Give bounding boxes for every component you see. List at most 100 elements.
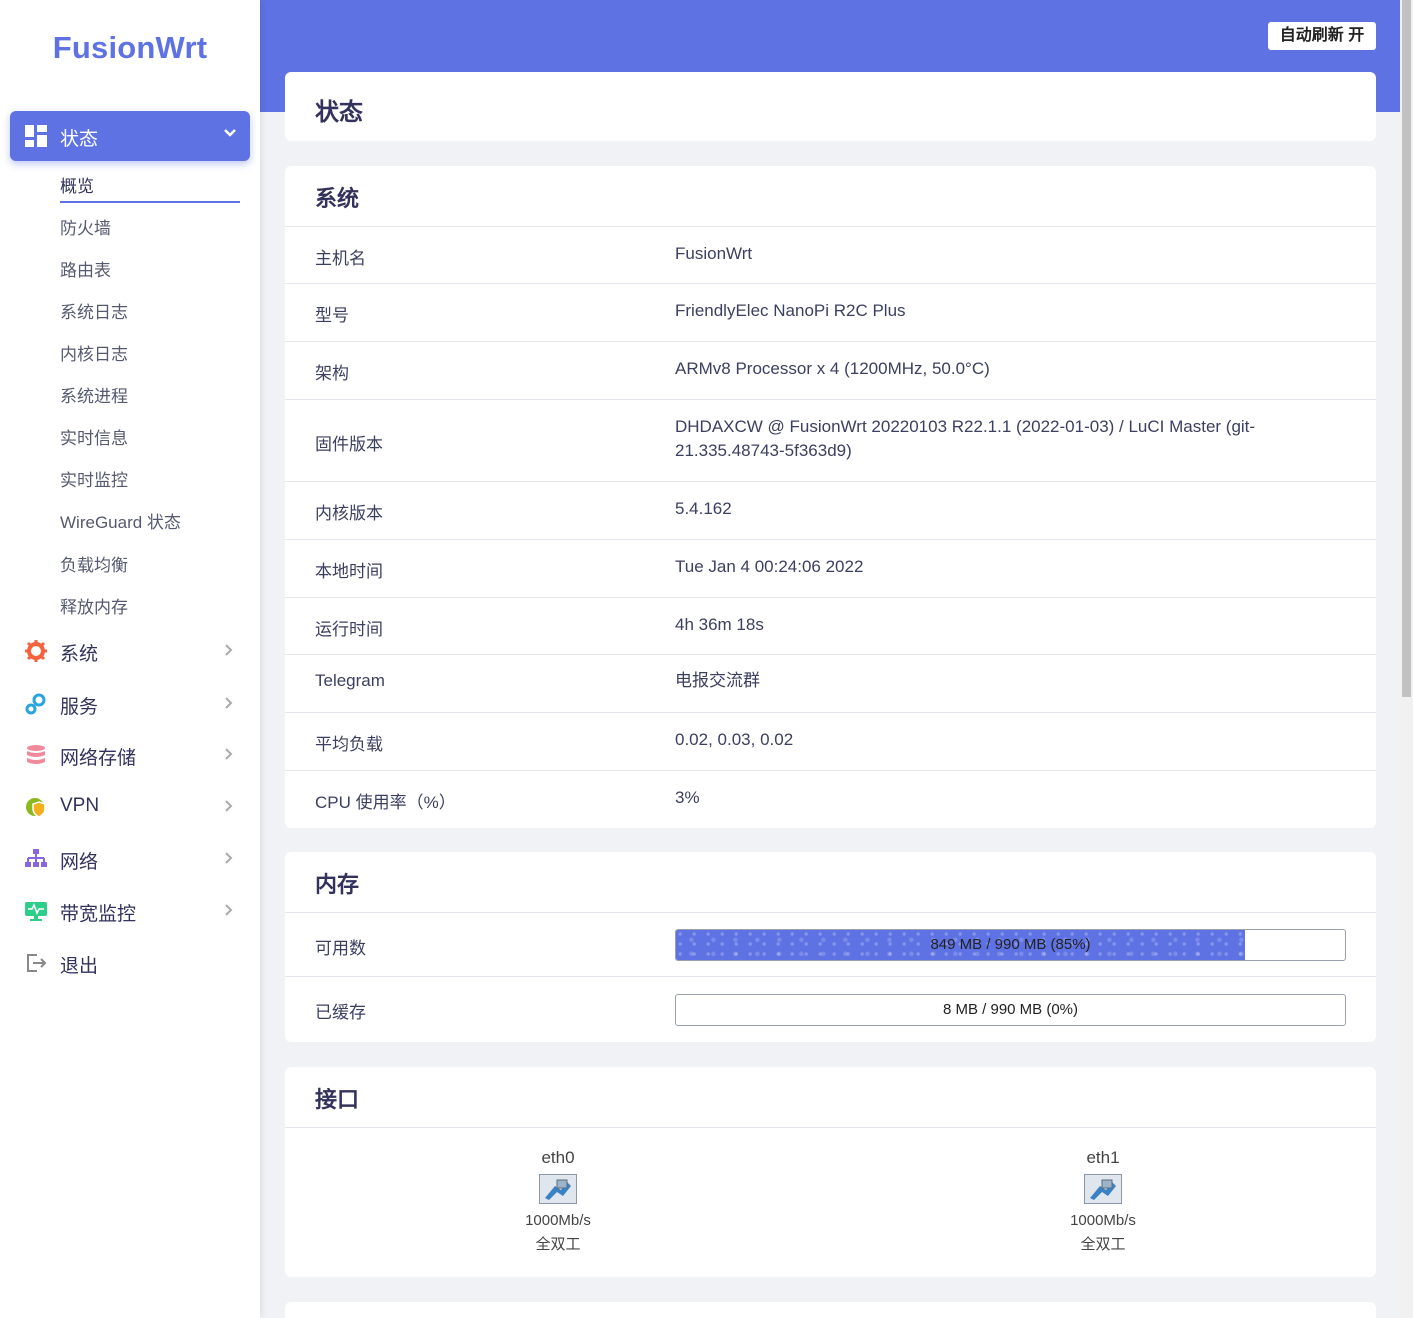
row-key: 固件版本 [315, 435, 383, 454]
memory-title: 内存 [315, 872, 360, 897]
ethernet-port-icon [1084, 1174, 1122, 1204]
row-key: 内核版本 [315, 504, 383, 523]
menu-vpn[interactable]: VPN [0, 787, 260, 827]
interfaces-card: 接口 eth0 1000Mb/s 全双工 eth1 1000Mb/s 全双工 [285, 1067, 1376, 1277]
auto-refresh-button[interactable]: 自动刷新 开 [1268, 22, 1376, 50]
logout-icon [27, 954, 47, 972]
database-icon [27, 745, 45, 764]
submenu-routes[interactable]: 路由表 [60, 256, 111, 281]
menu-system-label: 系统 [60, 644, 99, 665]
row-key: 平均负载 [315, 735, 383, 754]
chevron-right-icon [225, 748, 233, 760]
memory-available-row: 可用数 849 MB / 990 MB (85%) [285, 912, 1376, 977]
row-key: 运行时间 [315, 620, 383, 639]
progress-text: 849 MB / 990 MB (85%) [930, 936, 1091, 953]
dashboard-icon [25, 125, 47, 147]
row-value: DHDAXCW @ FusionWrt 20220103 R22.1.1 (20… [675, 417, 1256, 460]
menu-status-label: 状态 [60, 129, 99, 150]
submenu-syslog[interactable]: 系统日志 [60, 298, 128, 323]
menu-bandwidth[interactable]: 带宽监控 [0, 891, 260, 931]
memory-available-bar: 849 MB / 990 MB (85%) [675, 929, 1346, 961]
chevron-right-icon [225, 644, 233, 656]
scrollbar-thumb[interactable] [1402, 0, 1411, 697]
row-key: 已缓存 [315, 1003, 366, 1022]
menu-nas-label: 网络存储 [60, 748, 137, 769]
row-value: ARMv8 Processor x 4 (1200MHz, 50.0°C) [675, 359, 990, 378]
interface-speed: 1000Mb/s [525, 1212, 591, 1229]
submenu-realtime-info[interactable]: 实时信息 [60, 424, 128, 449]
system-row: CPU 使用率（%） 3% [285, 770, 1376, 828]
menu-services-label: 服务 [60, 697, 99, 718]
menu-network[interactable]: 网络 [0, 839, 260, 879]
interface-eth0[interactable]: eth0 1000Mb/s 全双工 [478, 1148, 638, 1254]
row-value: 0.02, 0.03, 0.02 [675, 730, 794, 749]
system-card: 系统 主机名 FusionWrt 型号 FriendlyElec NanoPi … [285, 166, 1376, 828]
submenu-load-balance[interactable]: 负载均衡 [60, 551, 128, 576]
menu-logout-label: 退出 [60, 956, 99, 977]
interface-speed: 1000Mb/s [1070, 1212, 1136, 1229]
interface-duplex: 全双工 [535, 1236, 581, 1253]
system-row: 固件版本 DHDAXCW @ FusionWrt 20220103 R22.1.… [285, 399, 1376, 482]
chevron-right-icon [225, 904, 233, 916]
submenu-firewall[interactable]: 防火墙 [60, 214, 111, 239]
page-title: 状态 [315, 99, 363, 126]
submenu-realtime-monitor[interactable]: 实时监控 [60, 466, 128, 491]
row-key: CPU 使用率（%） [315, 793, 456, 812]
interface-name: eth0 [541, 1148, 575, 1167]
brand-logo[interactable]: FusionWrt [0, 30, 260, 66]
system-row: 平均负载 0.02, 0.03, 0.02 [285, 712, 1376, 771]
chevron-right-icon [225, 697, 233, 709]
globe-shield-icon [26, 798, 46, 818]
interfaces-row: eth0 1000Mb/s 全双工 eth1 1000Mb/s 全双工 [285, 1127, 1376, 1277]
menu-bandwidth-label: 带宽监控 [60, 904, 137, 925]
submenu-free-memory[interactable]: 释放内存 [60, 593, 128, 618]
menu-logout[interactable]: 退出 [0, 943, 260, 983]
gear-icon [25, 640, 47, 662]
row-key: 型号 [315, 306, 349, 325]
telegram-link[interactable]: 电报交流群 [675, 669, 760, 693]
system-title: 系统 [315, 186, 360, 211]
interface-eth1[interactable]: eth1 1000Mb/s 全双工 [1023, 1148, 1183, 1254]
page-title-card: 状态 [285, 72, 1376, 141]
system-row: Telegram 电报交流群 [285, 654, 1376, 713]
system-row: 运行时间 4h 36m 18s [285, 597, 1376, 655]
row-value: 4h 36m 18s [675, 615, 764, 634]
menu-status[interactable]: 状态 [10, 111, 250, 161]
row-value: Tue Jan 4 00:24:06 2022 [675, 557, 864, 576]
menu-network-label: 网络 [60, 852, 99, 873]
memory-card: 内存 可用数 849 MB / 990 MB (85%) 已缓存 8 MB / … [285, 852, 1376, 1042]
cogs-icon [25, 693, 46, 715]
ethernet-port-icon [539, 1174, 577, 1204]
row-key: 可用数 [315, 939, 366, 958]
menu-services[interactable]: 服务 [0, 684, 260, 724]
row-key: Telegram [315, 671, 385, 690]
chevron-down-icon [224, 129, 236, 137]
row-value: 3% [675, 788, 700, 807]
interface-duplex: 全双工 [1080, 1236, 1126, 1253]
system-row: 内核版本 5.4.162 [285, 481, 1376, 540]
menu-vpn-label: VPN [60, 795, 100, 816]
next-card [285, 1302, 1376, 1318]
sidebar: FusionWrt 状态 概览 防火墙 路由表 系统日志 内核日志 系统进程 实… [0, 0, 260, 1318]
interfaces-title: 接口 [315, 1087, 360, 1112]
system-row: 主机名 FusionWrt [285, 226, 1376, 284]
submenu-processes[interactable]: 系统进程 [60, 382, 128, 407]
row-value: 5.4.162 [675, 499, 732, 518]
row-value: FriendlyElec NanoPi R2C Plus [675, 301, 906, 320]
system-row: 型号 FriendlyElec NanoPi R2C Plus [285, 283, 1376, 342]
submenu-overview[interactable]: 概览 [60, 172, 94, 197]
sitemap-icon [25, 849, 47, 867]
row-key: 本地时间 [315, 562, 383, 581]
page-scrollbar[interactable] [1400, 0, 1413, 1318]
chevron-right-icon [225, 800, 233, 812]
row-key: 主机名 [315, 249, 366, 268]
progress-text: 8 MB / 990 MB (0%) [942, 1001, 1079, 1018]
menu-system[interactable]: 系统 [0, 631, 260, 671]
submenu-kernel-log[interactable]: 内核日志 [60, 340, 128, 365]
submenu-wireguard[interactable]: WireGuard 状态 [60, 508, 181, 533]
chevron-right-icon [225, 852, 233, 864]
interface-name: eth1 [1086, 1148, 1120, 1167]
row-key: 架构 [315, 364, 349, 383]
memory-cached-bar: 8 MB / 990 MB (0%) [675, 994, 1346, 1026]
menu-nas[interactable]: 网络存储 [0, 735, 260, 775]
